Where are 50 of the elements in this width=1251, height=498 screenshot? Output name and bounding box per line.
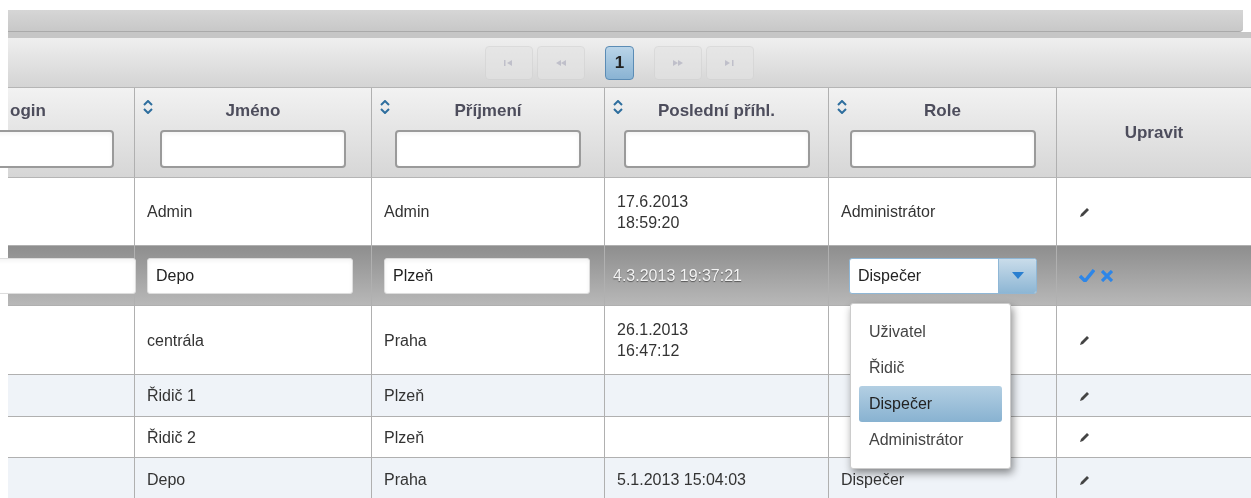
first-arrow-icon [502,57,515,68]
role-select[interactable]: Dispečer [849,257,1037,294]
table-cell-text: Administrátor [841,202,936,222]
table-cell-text: 5.1.2013 15:04:03 [617,470,746,490]
filter-field[interactable] [160,129,346,168]
sort-icon[interactable] [380,100,390,114]
page-button[interactable]: 1 [604,45,635,80]
column-header[interactable]: ogin [10,98,46,124]
table-cell-text: Dispečer [841,470,905,490]
table-cell-text: Praha [384,330,427,351]
table-cell: Řidič 1 [147,385,196,406]
table-cell-text: Plzeň [384,386,425,406]
name-field[interactable]: Depo [147,257,353,294]
close-icon[interactable] [1101,269,1113,282]
table-cell-text: Řidič 2 [147,427,196,448]
dropdown-option[interactable]: Dispečer [859,386,1002,422]
edit-icon[interactable] [1079,431,1091,443]
prev-arrow-icon [554,57,567,68]
table-cell-text: centrála [147,330,204,351]
column-header[interactable]: Příjmení [454,98,522,124]
dropdown-option[interactable]: Řidič [859,350,1002,386]
column-header[interactable]: Poslední příhl. [657,98,776,124]
edit-icon[interactable] [1079,334,1091,346]
next-arrow-icon [672,57,685,68]
caret-icon[interactable] [1011,272,1024,279]
table-cell-text: 4.3.2013 19:37:21 [613,265,742,286]
filter-field[interactable] [395,129,581,168]
surname-field[interactable]: Plzeň [384,257,590,294]
edit-icon[interactable] [1079,205,1091,218]
table-cell-text: Depo [147,470,186,490]
table-cell-text: Plzeň [384,427,425,448]
table-cell-text: 17.6.2013 18:59:20 [617,191,689,233]
sort-icon[interactable] [613,100,623,114]
last-arrow-icon [724,57,737,68]
table-cell-text: Admin [384,202,430,222]
dropdown-option[interactable]: Administrátor [859,422,1002,458]
edit-icon[interactable] [1079,389,1091,402]
column-header[interactable]: Upravit [1124,119,1184,146]
sort-icon[interactable] [143,100,153,114]
column-header[interactable]: Role [924,98,961,124]
check-icon[interactable] [1079,269,1095,282]
table-cell-text: Praha [384,470,427,490]
sort-icon[interactable] [837,100,847,114]
table-cell-text: 26.1.2013 16:47:12 [617,320,689,361]
table-cell-text: Admin [147,202,193,222]
dropdown-option[interactable]: Uživatel [859,314,1002,350]
column-header[interactable]: Jméno [225,98,281,124]
filter-field[interactable] [849,129,1036,168]
edit-icon[interactable] [1079,473,1091,486]
filter-field[interactable] [623,129,810,168]
